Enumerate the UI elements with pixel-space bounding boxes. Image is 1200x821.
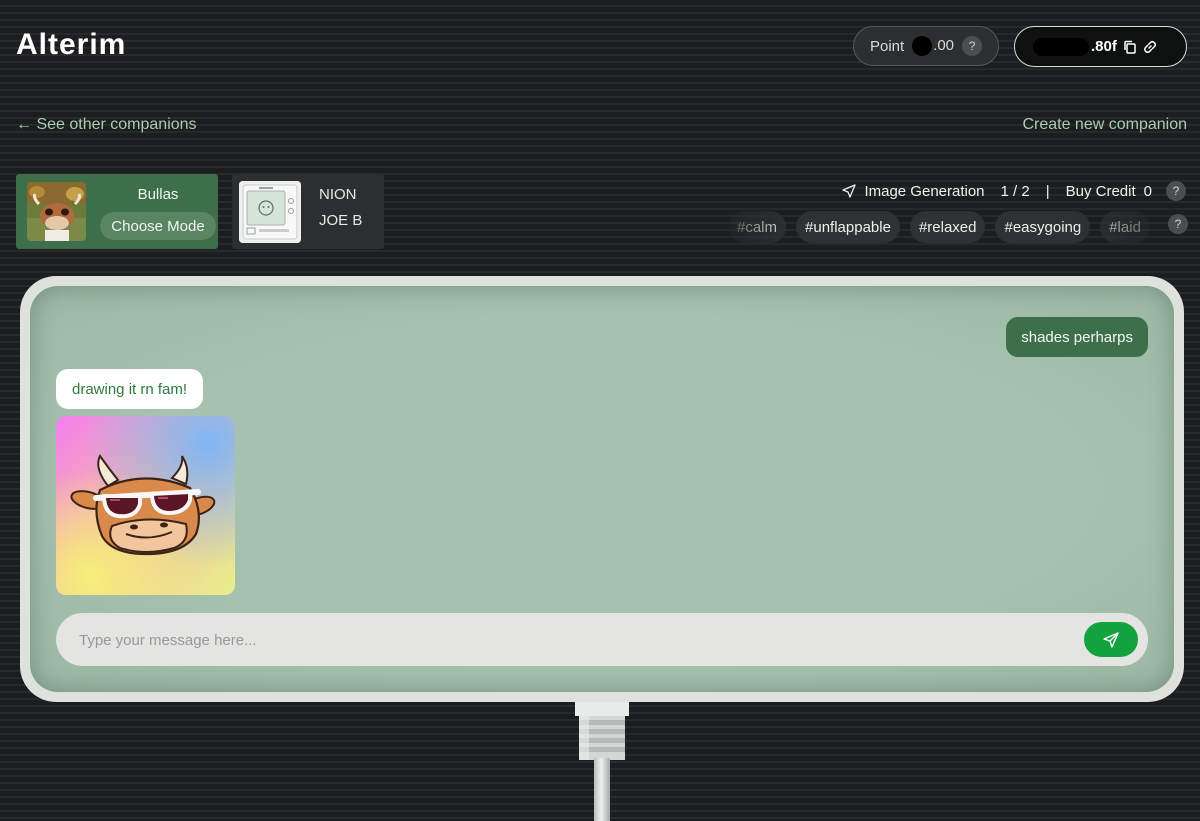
tags-help-icon[interactable]: ? xyxy=(1168,214,1188,234)
image-generation-count: 1 / 2 xyxy=(1000,182,1030,200)
message-input-bar xyxy=(56,613,1148,668)
companion-name-line2: JOE B xyxy=(319,212,363,229)
buy-credit-link[interactable]: Buy Credit xyxy=(1066,183,1136,200)
points-pill[interactable]: Point .00 ? xyxy=(853,26,999,66)
back-link-label: See other companions xyxy=(36,116,197,133)
personality-tag: #easygoing xyxy=(995,211,1091,243)
image-generation-label: Image Generation xyxy=(864,182,985,200)
companion-card-active[interactable]: Bullas Choose Mode xyxy=(16,174,218,249)
chat-device-frame: shades perharps drawing it rn fam! xyxy=(20,276,1184,702)
points-label: Point xyxy=(869,37,905,55)
device-cable xyxy=(594,758,610,821)
separator: | xyxy=(1045,182,1050,200)
generated-image[interactable] xyxy=(56,416,235,595)
companion-name-line1: NION xyxy=(319,186,357,203)
chat-screen: shades perharps drawing it rn fam! xyxy=(30,286,1174,692)
image-generation-status: Image Generation 1 / 2 | Buy Credit 0 ? xyxy=(842,180,1186,202)
personality-tag: #relaxed xyxy=(909,211,986,243)
tags-scroller[interactable]: #calm #unflappable #relaxed #easygoing #… xyxy=(728,210,1160,244)
points-help-icon[interactable]: ? xyxy=(962,36,983,56)
companion-name: Bullas xyxy=(137,186,179,203)
choose-mode-button[interactable]: Choose Mode xyxy=(100,212,216,240)
send-icon xyxy=(1103,631,1119,648)
wallet-address-suffix: .80f xyxy=(1091,38,1117,55)
personality-tag: #unflappable xyxy=(796,211,900,243)
redaction-mark xyxy=(912,36,933,56)
companion-avatar xyxy=(27,182,86,241)
personality-tags: #calm #unflappable #relaxed #easygoing #… xyxy=(728,210,1188,244)
points-value: .00 xyxy=(912,36,954,56)
device-cable-connector xyxy=(575,702,629,760)
personality-tag: #laid xyxy=(1100,211,1150,243)
wallet-address-pill[interactable]: .80f xyxy=(1014,26,1187,67)
arrow-left-icon: ← xyxy=(16,116,32,133)
companion-device-thumbnail xyxy=(239,181,301,243)
credit-value: 0 xyxy=(1143,182,1152,200)
companion-card[interactable]: NION JOE B xyxy=(232,174,384,249)
message-input[interactable] xyxy=(56,613,1081,668)
companion-message-bubble: drawing it rn fam! xyxy=(56,369,204,409)
send-icon xyxy=(842,184,857,198)
user-message-bubble: shades perharps xyxy=(1006,317,1148,357)
app-logo[interactable]: Alterim xyxy=(16,28,126,62)
link-icon[interactable] xyxy=(1143,40,1157,54)
copy-icon[interactable] xyxy=(1123,40,1137,54)
redaction-mark xyxy=(1033,37,1089,56)
image-generation-help-icon[interactable]: ? xyxy=(1166,181,1186,201)
send-button[interactable] xyxy=(1084,622,1138,657)
see-other-companions-link[interactable]: ← See other companions xyxy=(16,116,197,134)
personality-tag: #calm xyxy=(728,211,787,243)
create-new-companion-link[interactable]: Create new companion xyxy=(1022,116,1187,134)
